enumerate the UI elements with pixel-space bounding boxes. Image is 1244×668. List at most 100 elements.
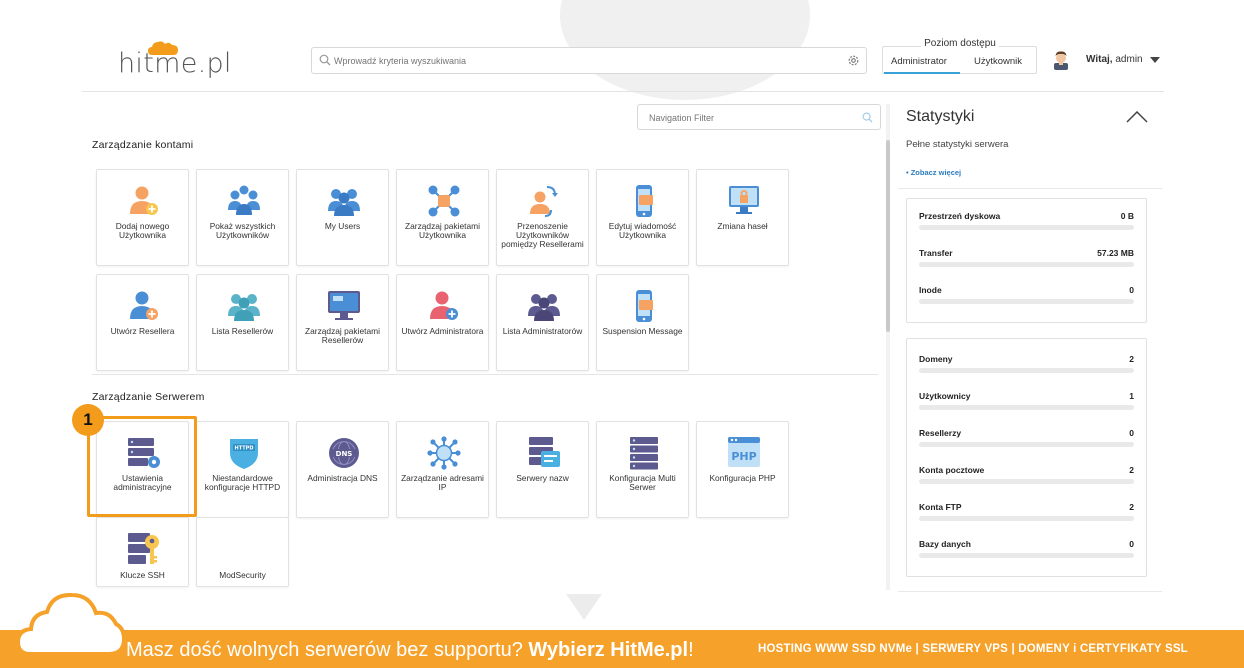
add-reseller-icon bbox=[130, 291, 158, 320]
tile-move-users[interactable]: Przenoszenie Użytkowników pomiędzy Resel… bbox=[496, 169, 589, 266]
logo[interactable]: hitme.pl bbox=[118, 48, 232, 79]
tile-custom-httpd[interactable]: HTTPD Niestandardowe konfiguracje HTTPD bbox=[196, 421, 289, 518]
tile-my-users[interactable]: My Users bbox=[296, 169, 389, 266]
tile-multi-server[interactable]: Konfiguracja Multi Serwer bbox=[596, 421, 689, 518]
access-level-box: Administrator Użytkownik bbox=[882, 46, 1037, 74]
gear-icon[interactable] bbox=[847, 54, 860, 67]
tile-suspension-message[interactable]: Suspension Message bbox=[596, 274, 689, 371]
stat-bar bbox=[919, 442, 1134, 447]
tile-label: Dodaj nowego Użytkownika bbox=[115, 221, 170, 240]
search-input[interactable] bbox=[334, 52, 834, 70]
ssh-key-icon bbox=[128, 533, 159, 564]
mobile-message-icon bbox=[636, 290, 653, 322]
access-level-text: Poziom dostępu bbox=[921, 38, 999, 49]
stats-divider bbox=[898, 188, 1162, 189]
greeting-label: Witaj, bbox=[1086, 54, 1113, 65]
tile-label: Konfiguracja PHP bbox=[709, 473, 776, 483]
tile-change-passwords[interactable]: Zmiana haseł bbox=[696, 169, 789, 266]
stat-value: 0 bbox=[1129, 285, 1134, 295]
httpd-icon-text: HTTPD bbox=[235, 446, 254, 452]
cloud-icon bbox=[14, 592, 126, 668]
users-icon bbox=[328, 189, 360, 216]
tile-dns-admin[interactable]: DNS Administracja DNS bbox=[296, 421, 389, 518]
access-user-tab[interactable]: Użytkownik bbox=[974, 56, 1022, 67]
stat-value: 0 B bbox=[1120, 211, 1134, 221]
search-icon bbox=[319, 54, 331, 66]
admins-group-icon bbox=[528, 294, 560, 321]
tile-admin-list[interactable]: Lista Administratorów bbox=[496, 274, 589, 371]
tile-create-reseller[interactable]: Utwórz Resellera bbox=[96, 274, 189, 371]
banner-services: HOSTING WWW SSD NVMe | SERWERY VPS | DOM… bbox=[758, 643, 1188, 655]
stat-bar bbox=[919, 479, 1134, 484]
access-level-switch: Administrator Użytkownik Poziom dostępu bbox=[882, 38, 1038, 74]
tile-show-users[interactable]: Pokaż wszystkich Użytkowników bbox=[196, 169, 289, 266]
tile-add-user[interactable]: Dodaj nowego Użytkownika bbox=[96, 169, 189, 266]
php-icon-text: PHP bbox=[731, 450, 756, 463]
stat-label: Użytkownicy bbox=[919, 391, 971, 401]
tile-label: Edytuj wiadomość Użytkownika bbox=[608, 221, 677, 240]
tile-ip-management[interactable]: Zarządzanie adresami IP bbox=[396, 421, 489, 518]
tile-reseller-list[interactable]: Lista Resellerów bbox=[196, 274, 289, 371]
section-divider bbox=[92, 374, 878, 375]
stat-bar bbox=[919, 368, 1134, 373]
tile-ssh-keys[interactable]: Klucze SSH bbox=[96, 517, 189, 587]
banner-brand: Wybierz HitMe.pl bbox=[528, 639, 689, 661]
stat-label: Konta FTP bbox=[919, 502, 962, 512]
tile-label: Konfiguracja Multi Serwer bbox=[609, 473, 676, 492]
tile-label: Suspension Message bbox=[602, 326, 683, 336]
search-box[interactable] bbox=[311, 47, 867, 74]
stat-bar bbox=[919, 225, 1134, 230]
active-tab-indicator bbox=[884, 72, 960, 74]
section-title-server: Zarządzanie Serwerem bbox=[92, 391, 205, 403]
dns-icon-text: DNS bbox=[336, 450, 353, 458]
user-menu-chevron-down-icon[interactable] bbox=[1150, 57, 1160, 63]
search-icon bbox=[862, 112, 873, 123]
tile-php-config[interactable]: PHP Konfiguracja PHP bbox=[696, 421, 789, 518]
stat-label: Inode bbox=[919, 285, 942, 295]
scrollbar-thumb[interactable] bbox=[886, 140, 890, 332]
tile-label: Serwery nazw bbox=[516, 473, 569, 483]
stat-row-users: Użytkownicy 1 bbox=[919, 391, 1134, 421]
mobile-message-icon bbox=[636, 185, 653, 217]
transfer-user-icon bbox=[530, 186, 558, 217]
stat-row-resellers: Resellerzy 0 bbox=[919, 428, 1134, 458]
tile-modsecurity[interactable]: ModSecurity bbox=[196, 517, 289, 587]
section-title-accounts: Zarządzanie kontami bbox=[92, 139, 194, 151]
tile-label: My Users bbox=[324, 221, 361, 231]
banner-text-main: Masz dość wolnych serwerów bez supportu? bbox=[126, 639, 529, 661]
tile-manage-reseller-packages[interactable]: Zarządzaj pakietami Resellerów bbox=[296, 274, 389, 371]
navigation-filter-input[interactable] bbox=[649, 109, 849, 127]
tile-name-servers[interactable]: Serwery nazw bbox=[496, 421, 589, 518]
chevron-up-icon[interactable] bbox=[1126, 111, 1148, 123]
php-icon: PHP bbox=[728, 437, 760, 467]
resellers-group-icon bbox=[228, 294, 260, 321]
name-server-icon bbox=[529, 437, 560, 467]
access-admin-tab[interactable]: Administrator bbox=[891, 56, 947, 67]
dns-globe-icon: DNS bbox=[329, 438, 359, 468]
tile-label: Utwórz Administratora bbox=[401, 326, 484, 336]
stat-bar bbox=[919, 299, 1134, 304]
multi-server-icon bbox=[630, 437, 658, 470]
stats-subtitle: Pełne statystyki serwera bbox=[906, 139, 1009, 150]
navigation-filter[interactable] bbox=[637, 104, 881, 130]
stats-more-link[interactable]: • Zobacz więcej bbox=[906, 168, 961, 177]
step-badge: 1 bbox=[72, 404, 104, 436]
tile-create-admin[interactable]: Utwórz Administratora bbox=[396, 274, 489, 371]
tile-label: Zarządzaj pakietami Resellerów bbox=[305, 326, 380, 345]
tile-edit-user-message[interactable]: Edytuj wiadomość Użytkownika bbox=[596, 169, 689, 266]
tile-label: Lista Resellerów bbox=[211, 326, 274, 336]
stat-bar bbox=[919, 262, 1134, 267]
stat-row-ftp: Konta FTP 2 bbox=[919, 502, 1134, 532]
tile-label: ModSecurity bbox=[219, 570, 266, 580]
avatar[interactable] bbox=[1052, 50, 1070, 70]
stats-card-resources: Przestrzeń dyskowa 0 B Transfer 57.23 MB… bbox=[906, 198, 1147, 323]
stat-bar bbox=[919, 405, 1134, 410]
stat-value: 2 bbox=[1129, 502, 1134, 512]
tile-manage-user-packages[interactable]: Zarządzaj pakietami Użytkownika bbox=[396, 169, 489, 266]
banner-exclaim: ! bbox=[688, 639, 694, 661]
stats-card-counts: Domeny 2 Użytkownicy 1 Resellerzy 0 Kont… bbox=[906, 338, 1147, 577]
user-greeting[interactable]: Witaj, admin bbox=[1086, 54, 1143, 65]
ip-network-icon bbox=[427, 436, 461, 470]
stat-row-databases: Bazy danych 0 bbox=[919, 539, 1134, 569]
greeting-username: admin bbox=[1115, 54, 1143, 65]
